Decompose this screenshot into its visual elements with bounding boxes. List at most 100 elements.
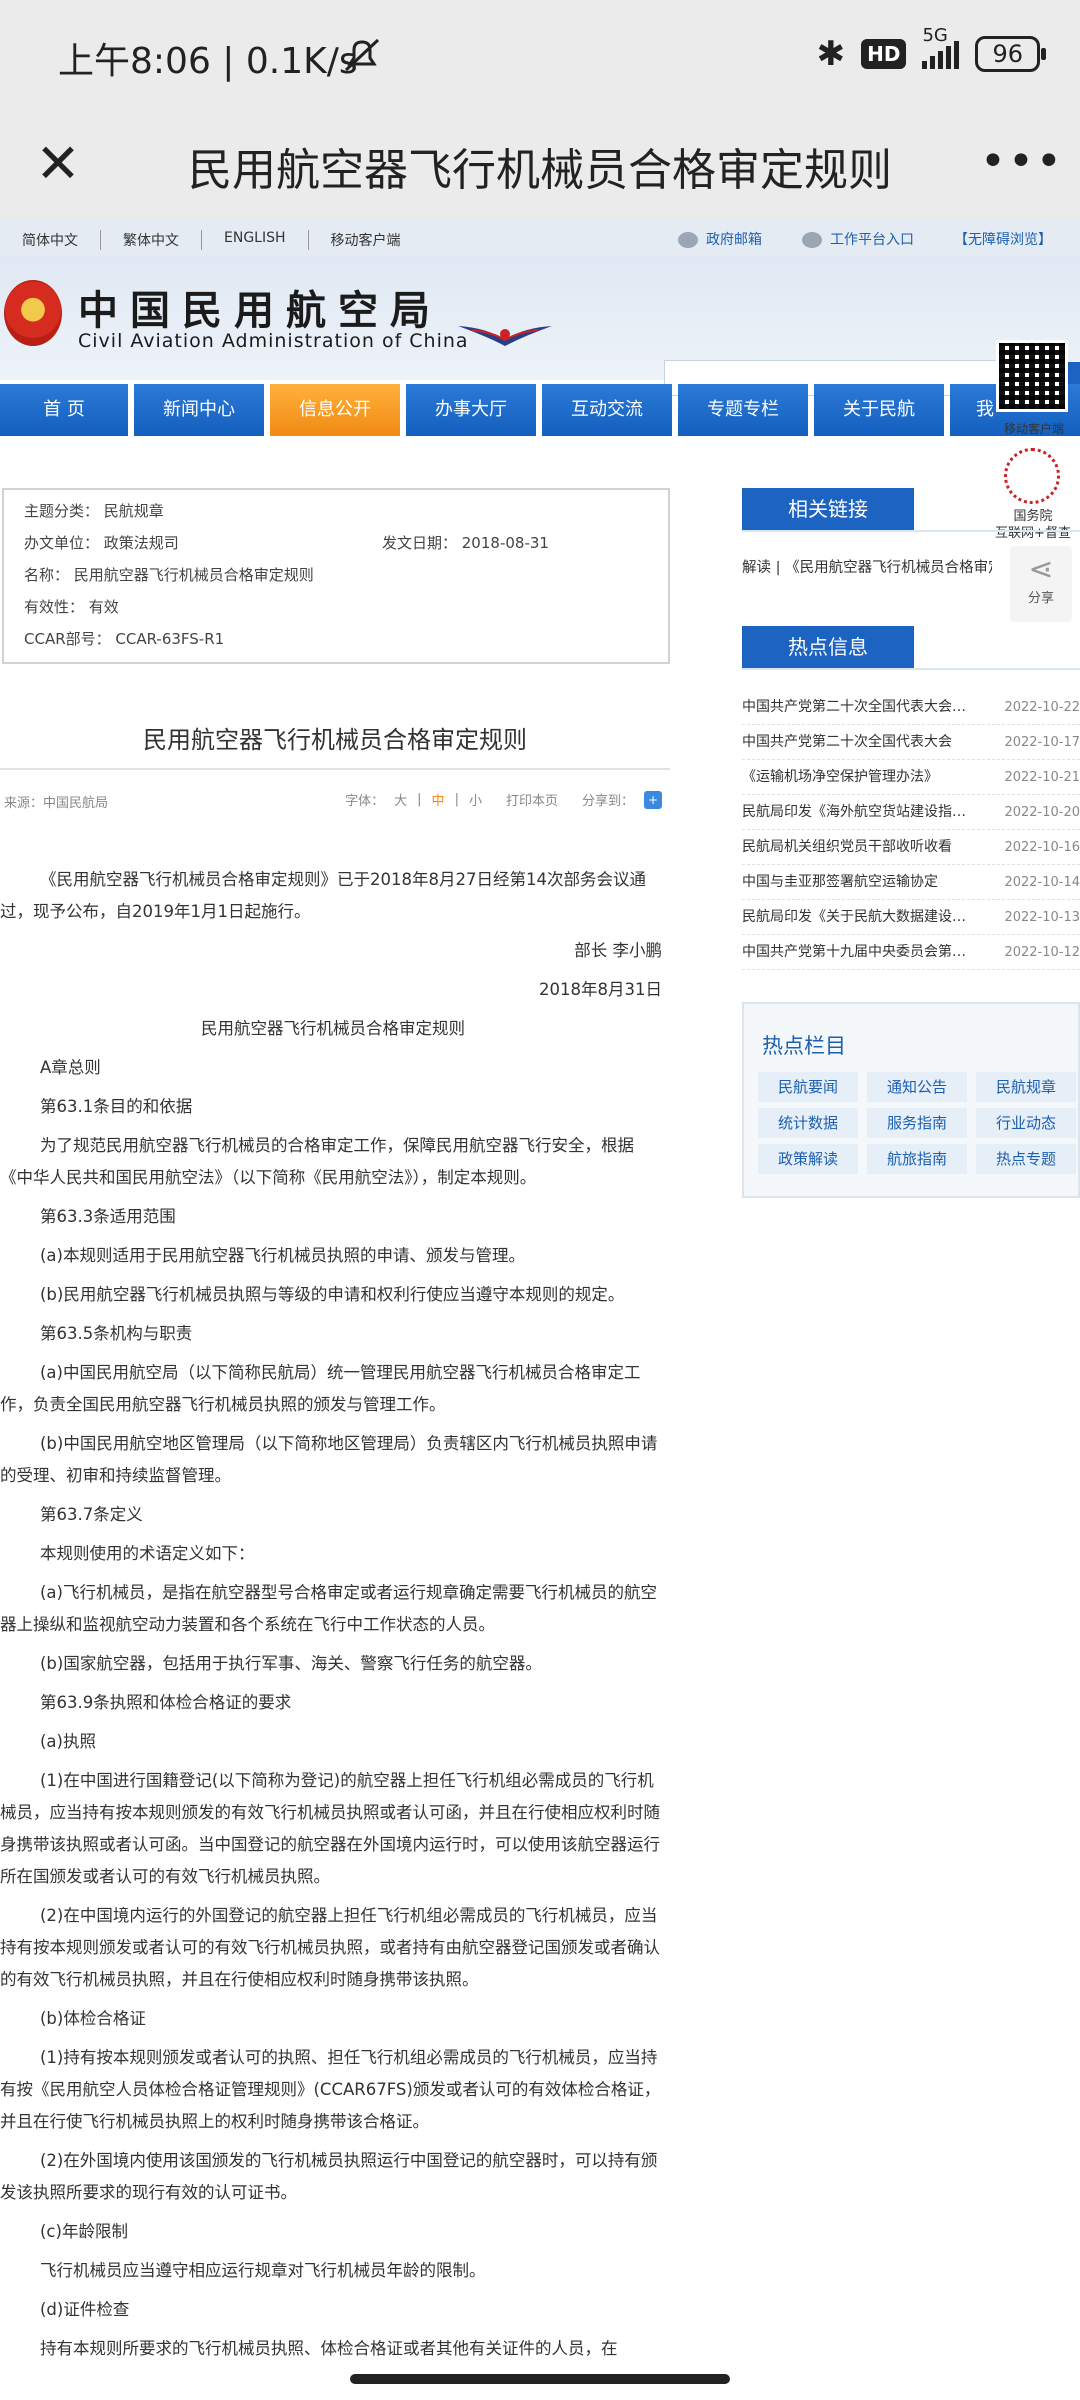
hot-info-item[interactable]: 中国共产党第二十次全国代表大会开幕 2022-10-22 xyxy=(742,690,1080,725)
nav-info-disclosure[interactable]: 信息公开 xyxy=(270,384,400,436)
meta-office: 办文单位： 政策法规司 xyxy=(24,534,179,552)
paragraph: (a)飞行机械员，是指在航空器型号合格审定或者运行规章确定需要飞行机械员的航空器… xyxy=(0,1583,657,1634)
signature-date: 2018年8月31日 xyxy=(539,980,662,999)
main-nav: 首 页 新闻中心 信息公开 办事大厅 互动交流 专题专栏 关于民航 我 xyxy=(0,384,1080,436)
hot-column-button[interactable]: 热点专题 xyxy=(976,1144,1076,1174)
nav-service-hall[interactable]: 办事大厅 xyxy=(406,384,536,436)
hot-info-item[interactable]: 民航局印发《海外航空货站建设指南》 2022-10-20 xyxy=(742,795,1080,830)
hot-column-button[interactable]: 统计数据 xyxy=(758,1108,858,1138)
article-tools: 字体： 大 | 中 | 小 打印本页 分享到： + xyxy=(345,790,662,809)
divider xyxy=(742,668,1080,670)
share-plus-icon[interactable]: + xyxy=(644,790,662,809)
hot-columns-box: 热点栏目 民航要闻 通知公告 民航规章 统计数据 服务指南 行业动态 政策解读 … xyxy=(742,1002,1080,1198)
hot-info-list: 中国共产党第二十次全国代表大会开幕 2022-10-22 中国共产党第二十次全国代… xyxy=(742,690,1080,970)
hot-info-heading: 热点信息 xyxy=(742,626,914,668)
hot-info-item[interactable]: 中国共产党第十九届中央委员会第七次全体会议2022-10-12 xyxy=(742,935,1080,970)
paragraph: 本规则使用的术语定义如下： xyxy=(40,1544,255,1563)
meta-name: 名称： 民用航空器飞行机械员合格审定规则 xyxy=(24,566,314,584)
article-source: 来源：中国民航局 xyxy=(4,796,109,811)
hot-info-item[interactable]: 中国共产党第二十次全国代表大会 2022-10-17 xyxy=(742,725,1080,760)
print-button[interactable]: 打印本页 xyxy=(506,790,558,809)
home-indicator[interactable] xyxy=(350,2374,730,2384)
lang-link-traditional[interactable]: 繁体中文 xyxy=(101,230,202,250)
close-icon[interactable]: ✕ xyxy=(28,134,88,194)
work-platform-link[interactable]: 工作平台入口 xyxy=(802,229,914,249)
paragraph: (2)在中国境内运行的外国登记的航空器上担任飞行机组必需成员的飞行机械员，应当持… xyxy=(0,1906,660,1989)
article-toolbar: 来源：中国民航局 字体： 大 | 中 | 小 打印本页 分享到： + xyxy=(0,768,670,828)
paragraph: (b)民用航空器飞行机械员执照与等级的申请和权利行使应当遵守本规则的规定。 xyxy=(40,1285,625,1304)
site-logo-en: Civil Aviation Administration of China xyxy=(78,330,469,352)
language-links: 简体中文 繁体中文 ENGLISH 移动客户端 xyxy=(22,230,423,250)
hot-column-button[interactable]: 民航要闻 xyxy=(758,1072,858,1102)
paragraph: 持有本规则所要求的飞行机械员执照、体检合格证或者其他有关证件的人员，在 xyxy=(40,2339,618,2358)
nav-special-topics[interactable]: 专题专栏 xyxy=(678,384,808,436)
gov-supervision-icon[interactable] xyxy=(1004,448,1060,504)
top-strip: 简体中文 繁体中文 ENGLISH 移动客户端 政府邮箱 工作平台入口 【无障碍… xyxy=(0,220,1080,256)
meta-ccar: CCAR部号： CCAR-63FS-R1 xyxy=(24,630,225,648)
paragraph: 第63.3条适用范围 xyxy=(40,1207,176,1226)
bell-off-icon xyxy=(344,38,380,72)
related-link[interactable]: 解读 | 《民用航空器飞行机械员合格审定规则》 xyxy=(742,556,992,577)
nav-about[interactable]: 关于民航 xyxy=(814,384,944,436)
hot-info-item[interactable]: 民航局印发《关于民航大数据建设的指导意见》2022-10-13 xyxy=(742,900,1080,935)
nav-home[interactable]: 首 页 xyxy=(0,384,128,436)
hot-column-button[interactable]: 服务指南 xyxy=(867,1108,967,1138)
gov-mail-link[interactable]: 政府邮箱 xyxy=(678,229,762,249)
lang-link-simplified[interactable]: 简体中文 xyxy=(22,230,101,250)
share-widget[interactable]: ⋖ 分享 xyxy=(1010,546,1072,622)
document-meta-box: 主题分类： 民航规章 办文单位： 政策法规司 发文日期： 2018-08-31 … xyxy=(2,488,670,664)
hot-column-button[interactable]: 航旅指南 xyxy=(867,1144,967,1174)
paragraph: 为了规范民用航空器飞行机械员的合格审定工作，保障民用航空器飞行安全，根据《中华人… xyxy=(0,1136,634,1187)
hot-info-item[interactable]: 中国与圭亚那签署航空运输协定 2022-10-14 xyxy=(742,865,1080,900)
paragraph: (b)国家航空器，包括用于执行军事、海关、警察飞行任务的航空器。 xyxy=(40,1654,542,1673)
paragraph: (1)在中国进行国籍登记(以下简称为登记)的航空器上担任飞行机组必需成员的飞行机… xyxy=(0,1771,660,1886)
paragraph: (a)本规则适用于民用航空器飞行机械员执照的申请、颁发与管理。 xyxy=(40,1246,525,1265)
status-time: 上午8:06 | 0.1K/s xyxy=(58,41,358,82)
meta-date: 发文日期： 2018-08-31 xyxy=(382,534,549,552)
site-logo-cn[interactable]: 中国民用航空局 xyxy=(78,278,442,336)
hot-info-item[interactable]: 民航局机关组织党员干部收听收看 2022-10-16 xyxy=(742,830,1080,865)
meta-validity: 有效性： 有效 xyxy=(24,598,119,616)
accessible-browse-link[interactable]: 【无障碍浏览】 xyxy=(954,229,1052,249)
paragraph: 第63.5条机构与职责 xyxy=(40,1324,193,1343)
web-page: 简体中文 繁体中文 ENGLISH 移动客户端 政府邮箱 工作平台入口 【无障碍… xyxy=(0,220,1080,2400)
top-right-links: 政府邮箱 工作平台入口 【无障碍浏览】 xyxy=(678,229,1052,249)
national-emblem-icon xyxy=(4,280,62,346)
monitor-icon xyxy=(802,232,822,248)
network-label: 5G xyxy=(922,25,960,69)
caac-wings-icon xyxy=(458,326,552,346)
signature: 部长 李小鹏 xyxy=(574,941,662,960)
mail-icon xyxy=(678,232,698,248)
qr-code-icon[interactable] xyxy=(996,340,1068,412)
paragraph: (a)中国民用航空局（以下简称民航局）统一管理民用航空器飞行机械员合格审定工作，… xyxy=(0,1363,641,1414)
paragraph: A章总则 xyxy=(40,1058,101,1077)
hot-column-button[interactable]: 民航规章 xyxy=(976,1072,1076,1102)
font-large-button[interactable]: 大 xyxy=(394,790,407,809)
article-body: 《民用航空器飞行机械员合格审定规则》已于2018年8月27日经第14次部务会议通… xyxy=(0,864,666,2372)
page-title: 民用航空器飞行机械员合格审定规则 xyxy=(188,145,892,196)
font-size-label: 字体： xyxy=(345,794,385,809)
hot-column-button[interactable]: 政策解读 xyxy=(758,1144,858,1174)
article-title: 民用航空器飞行机械员合格审定规则 xyxy=(143,726,527,754)
font-medium-button[interactable]: 中 xyxy=(432,790,445,809)
more-options-icon[interactable]: ••• xyxy=(980,136,1062,196)
share-to-label: 分享到： xyxy=(581,794,634,809)
paragraph: 《民用航空器飞行机械员合格审定规则》已于2018年8月27日经第14次部务会议通… xyxy=(0,870,646,921)
browser-title-bar: ✕ 民用航空器飞行机械员合格审定规则 ••• xyxy=(0,112,1080,220)
nav-news[interactable]: 新闻中心 xyxy=(134,384,264,436)
paragraph: (2)在外国境内使用该国颁发的飞行机械员执照运行中国登记的航空器时，可以持有颁发… xyxy=(0,2151,658,2202)
nav-interaction[interactable]: 互动交流 xyxy=(542,384,672,436)
gov-supervision-label: 国务院 互联网+督查 xyxy=(995,509,1071,541)
hot-info-item[interactable]: 《运输机场净空保护管理办法》 2022-10-21 xyxy=(742,760,1080,795)
hot-columns-heading: 热点栏目 xyxy=(762,1034,846,1058)
paragraph: (1)持有按本规则颁发或者认可的执照、担任飞行机组必需成员的飞行机械员，应当持有… xyxy=(0,2048,661,2131)
hot-column-button[interactable]: 通知公告 xyxy=(867,1072,967,1102)
lang-link-mobile[interactable]: 移动客户端 xyxy=(309,230,423,250)
divider xyxy=(742,530,1080,532)
hot-column-button[interactable]: 行业动态 xyxy=(976,1108,1076,1138)
paragraph: (d)证件检查 xyxy=(40,2300,130,2319)
related-links-heading: 相关链接 xyxy=(742,488,914,530)
qr-label: 移动客户端 xyxy=(1003,422,1064,436)
font-small-button[interactable]: 小 xyxy=(469,790,482,809)
lang-link-english[interactable]: ENGLISH xyxy=(202,230,309,250)
